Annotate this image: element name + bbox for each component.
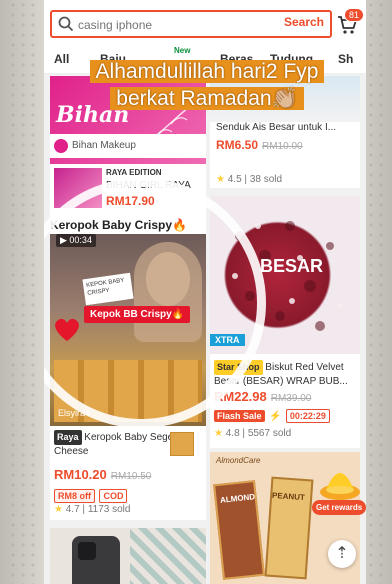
biskut-old-price: RM39.00	[270, 393, 312, 404]
raya-title: BIHAN GIRL RAYA	[106, 180, 191, 191]
search-button[interactable]: Search	[284, 15, 324, 29]
lightning-icon: ⚡	[268, 411, 282, 422]
product-card-phone-case[interactable]	[50, 528, 206, 584]
overlay-caption: Alhamdullillah hari2 Fyp berkat Ramadan👏…	[78, 58, 336, 112]
search-input[interactable]	[78, 16, 268, 34]
cart-badge: 81	[344, 8, 365, 22]
rating-value: 4.8	[225, 428, 240, 439]
person-hijab	[134, 242, 202, 342]
keropok-old-price: RM10.50	[110, 471, 152, 482]
seller-avatar	[54, 139, 68, 153]
gold-ingot-icon	[320, 473, 360, 500]
seller-name: Bihan Makeup	[72, 140, 136, 151]
star-shop-badge: Star Shop	[214, 360, 263, 375]
video-username: Elsyira4	[58, 408, 91, 418]
product-card-biskut[interactable]: BESAR XTRA Star Shop Biskut Red Velvet B…	[210, 196, 360, 448]
sold-count: 1173 sold	[87, 504, 131, 515]
video-duration: ▶ 00:34	[56, 234, 96, 247]
phone-screen: Search 81 All Baju New Beras Tudung Sh A…	[44, 0, 366, 584]
flash-sale-badge: Flash Sale	[214, 410, 265, 422]
discount-badge: RM8 off	[54, 489, 95, 503]
almond-brand: AlmondCare	[216, 456, 261, 465]
top-bar: Search 81	[44, 0, 366, 44]
background-blur-left	[0, 0, 44, 584]
biskut-price: RM22.98	[214, 389, 267, 404]
biskut-title-row: Star Shop Biskut Red Velvet Besar (BESAR…	[214, 360, 356, 388]
keropok-rating-row: ★ 4.7 | 1173 sold	[54, 504, 131, 515]
product-title: Senduk Ais Besar untuk I...	[216, 122, 337, 133]
product-old-price: RM10.00	[262, 141, 303, 152]
sold-count: 5567 sold	[247, 428, 292, 439]
keropok-price: RM10.20	[54, 467, 107, 482]
star-icon: ★	[54, 504, 63, 515]
product-price-row: RM6.50 RM10.00	[216, 136, 303, 154]
keropok-thumb	[170, 432, 194, 456]
raya-badge: Raya	[54, 430, 82, 445]
search-icon	[58, 16, 74, 32]
biskut-rating-row: ★ 4.8 | 5567 sold	[214, 428, 292, 439]
phone-camera-icon	[78, 542, 96, 560]
scroll-top-button[interactable]: ⇡	[328, 540, 356, 568]
tab-more[interactable]: Sh	[338, 52, 353, 66]
raya-price: RM17.90	[106, 194, 155, 208]
caption-line-1: Alhamdullillah hari2 Fyp	[89, 60, 325, 83]
flash-timer: 00:22:29	[285, 409, 330, 423]
xtra-badge: XTRA	[210, 334, 245, 346]
biskut-image-text: BESAR	[260, 256, 324, 276]
sold-count: 38 sold	[249, 174, 283, 185]
heart-icon[interactable]	[52, 314, 82, 344]
star-icon: ★	[214, 428, 223, 439]
rating-row: ★ 4.5 | 38 sold	[216, 174, 283, 185]
search-box[interactable]: Search	[50, 10, 332, 38]
raya-tag: RAYA EDITION	[106, 168, 162, 177]
product-price: RM6.50	[216, 138, 259, 152]
seller-row: Bihan Makeup	[50, 134, 206, 158]
biskut-price-row: RM22.98 RM39.00	[214, 388, 311, 406]
sign-card-text: KEPOK BABY CRISPY	[85, 277, 125, 297]
arrow-up-icon: ⇡	[335, 545, 349, 562]
keropok-price-row: RM10.20 RM10.50	[54, 466, 151, 484]
flash-sale-row: Flash Sale ⚡ 00:22:29	[214, 406, 330, 424]
video-product-label[interactable]: Kepok BB Crispy🔥	[84, 306, 191, 323]
caption-line-2: berkat Ramadan👏🏼	[110, 87, 304, 110]
keropok-badges: RM8 off COD	[54, 486, 128, 504]
tab-all[interactable]: All	[54, 52, 69, 66]
rating-value: 4.7	[65, 504, 80, 515]
raya-thumb	[54, 168, 102, 208]
video-title: Keropok Baby Crispy🔥	[50, 218, 187, 232]
pattern-bg	[130, 528, 206, 584]
rewards-widget[interactable]: Get rewards	[312, 460, 366, 520]
product-card-keropok[interactable]: Raya Keropok Baby Segera Cheese RM10.20 R…	[50, 426, 206, 520]
get-rewards-button[interactable]: Get rewards	[312, 500, 366, 515]
star-icon: ★	[216, 174, 225, 185]
new-badge: New	[174, 46, 191, 55]
rating-value: 4.5	[227, 174, 242, 185]
product-card-raya[interactable]: RAYA EDITION BIHAN GIRL RAYA RM17.90	[50, 164, 206, 212]
cod-badge: COD	[99, 489, 128, 503]
